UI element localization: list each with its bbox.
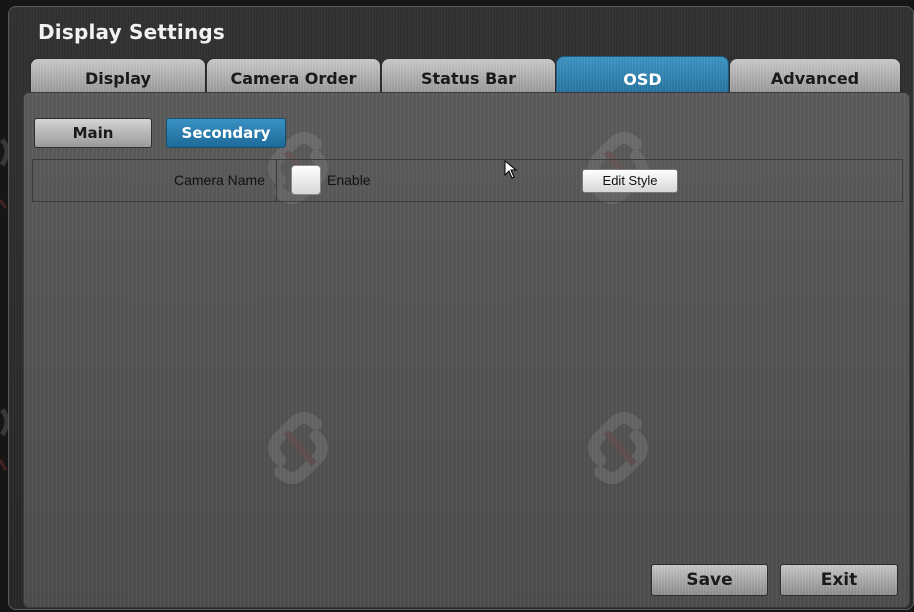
logo-watermark-icon [268,412,328,484]
camera-name-label: Camera Name [173,172,265,188]
save-button[interactable]: Save [651,564,768,596]
subtab-main[interactable]: Main [34,118,152,148]
row-divider [276,160,277,201]
dialog-title: Display Settings [38,20,226,44]
mouse-pointer-icon [504,160,518,179]
screen: Display Settings Display Camera Order St… [0,0,914,612]
camera-name-row: Camera Name Enable Edit Style [32,159,903,202]
subtab-secondary[interactable]: Secondary [166,118,286,148]
enable-checkbox[interactable] [291,165,321,195]
logo-watermark-icon [588,412,648,484]
exit-button[interactable]: Exit [780,564,898,596]
enable-label: Enable [327,172,371,188]
edit-style-button[interactable]: Edit Style [582,169,678,193]
